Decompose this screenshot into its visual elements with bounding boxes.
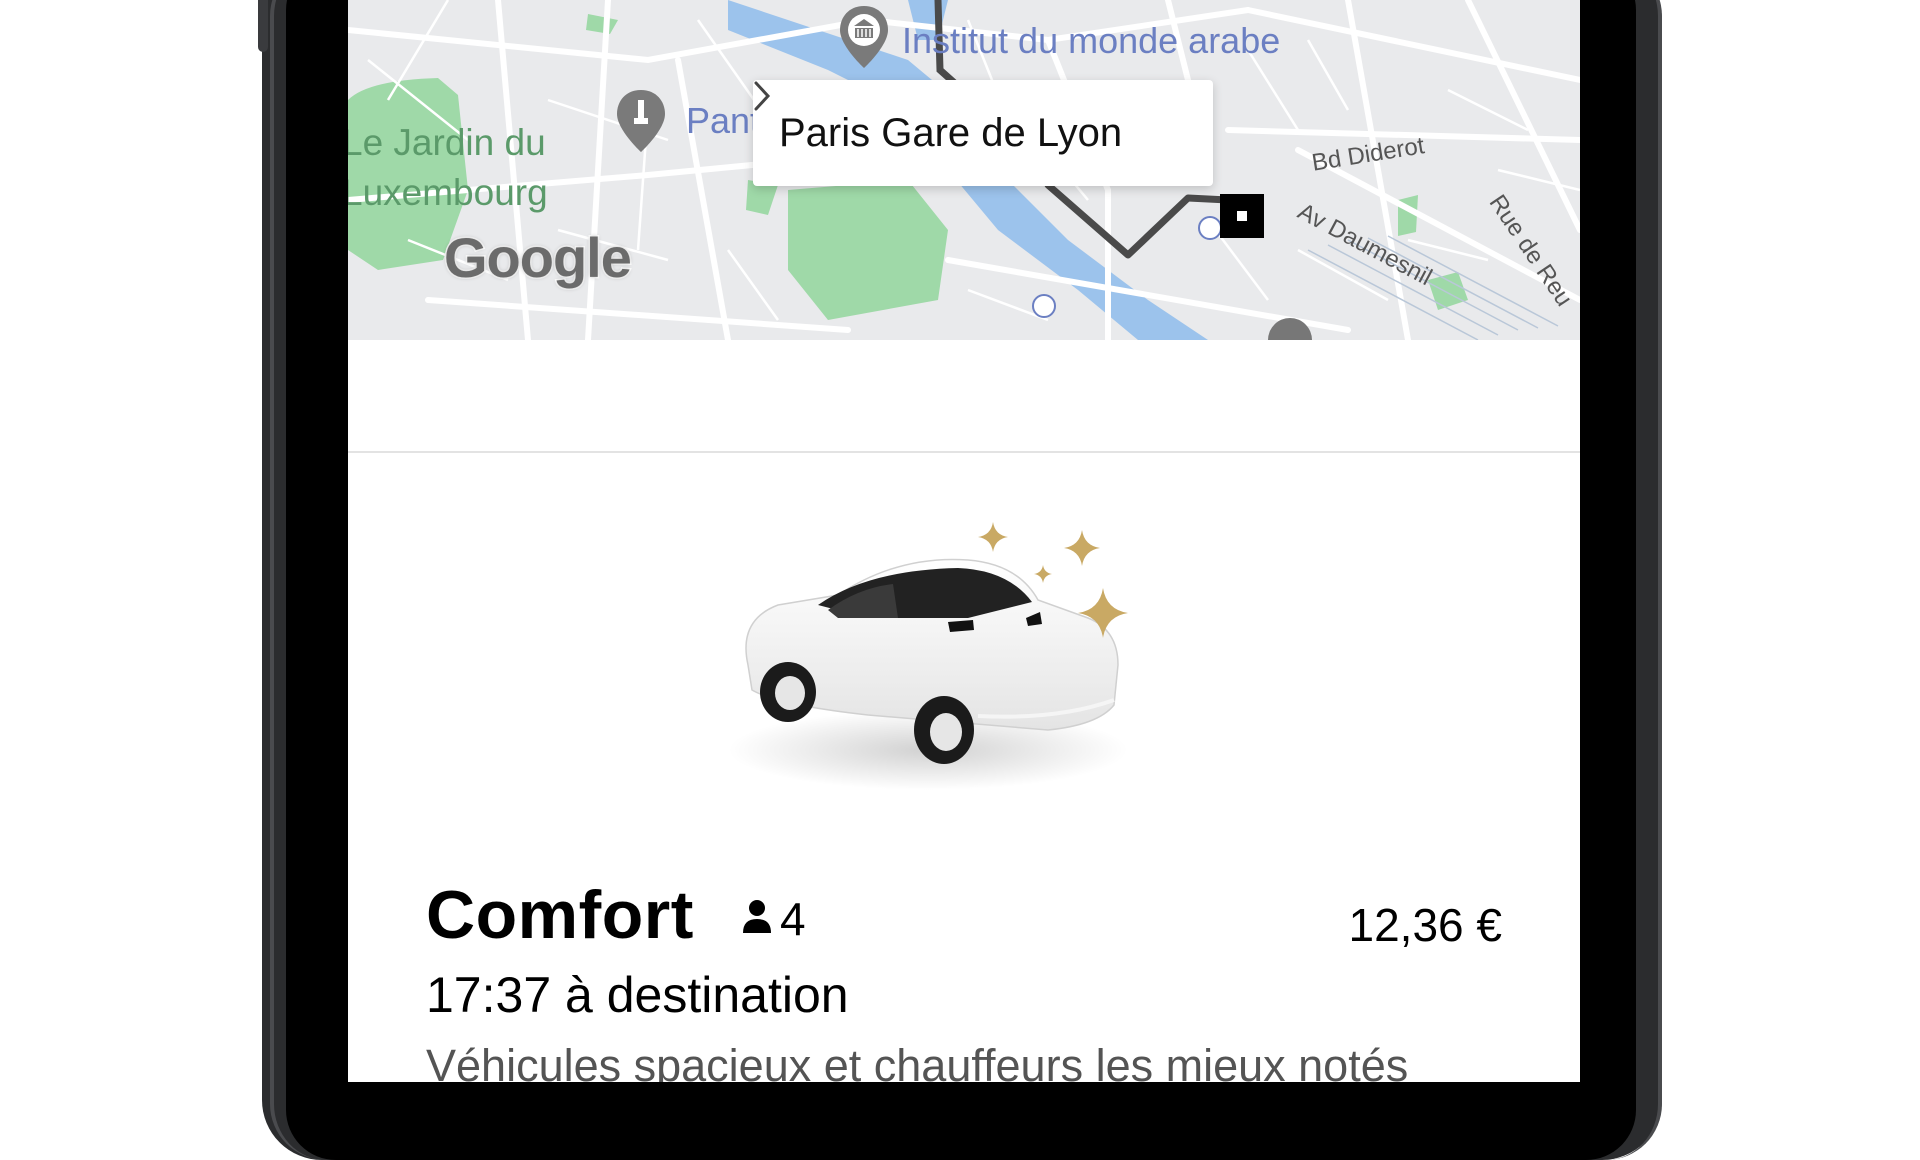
poi-label-institut: Institut du monde arabe: [902, 20, 1281, 61]
park-label-luxembourg: Le Jardin du Luxembourg: [348, 122, 548, 213]
phone-side-button: [258, 0, 268, 52]
google-attribution-logo: Google: [443, 225, 634, 291]
ride-name: Comfort: [426, 877, 694, 953]
sparkle-icon: [1064, 530, 1100, 570]
destination-label: Paris Gare de Lyon: [779, 110, 1123, 155]
destination-marker[interactable]: [1220, 194, 1264, 238]
app-screen: Institut du monde arabe Pant Le Jardin d…: [348, 0, 1580, 1082]
sparkle-icon: [1078, 588, 1128, 642]
sparkle-icon: [978, 522, 1008, 556]
ride-description: Véhicules spacieux et chauffeurs les mie…: [426, 1040, 1409, 1082]
capacity-count: 4: [780, 893, 806, 945]
person-icon: [742, 899, 772, 939]
poi-label-pantheon: Pant: [686, 100, 761, 141]
sheet-divider: [348, 451, 1580, 453]
route-map[interactable]: Institut du monde arabe Pant Le Jardin d…: [348, 0, 1580, 340]
capacity-badge: 4: [742, 892, 806, 946]
ride-price: 12,36 €: [1348, 899, 1502, 951]
destination-callout[interactable]: Paris Gare de Lyon: [753, 80, 1213, 186]
sparkle-icon: [1034, 565, 1052, 587]
arrival-time: 17:37 à destination: [426, 967, 849, 1023]
ride-option-row[interactable]: Comfort 4 12,36 €: [426, 876, 1502, 956]
